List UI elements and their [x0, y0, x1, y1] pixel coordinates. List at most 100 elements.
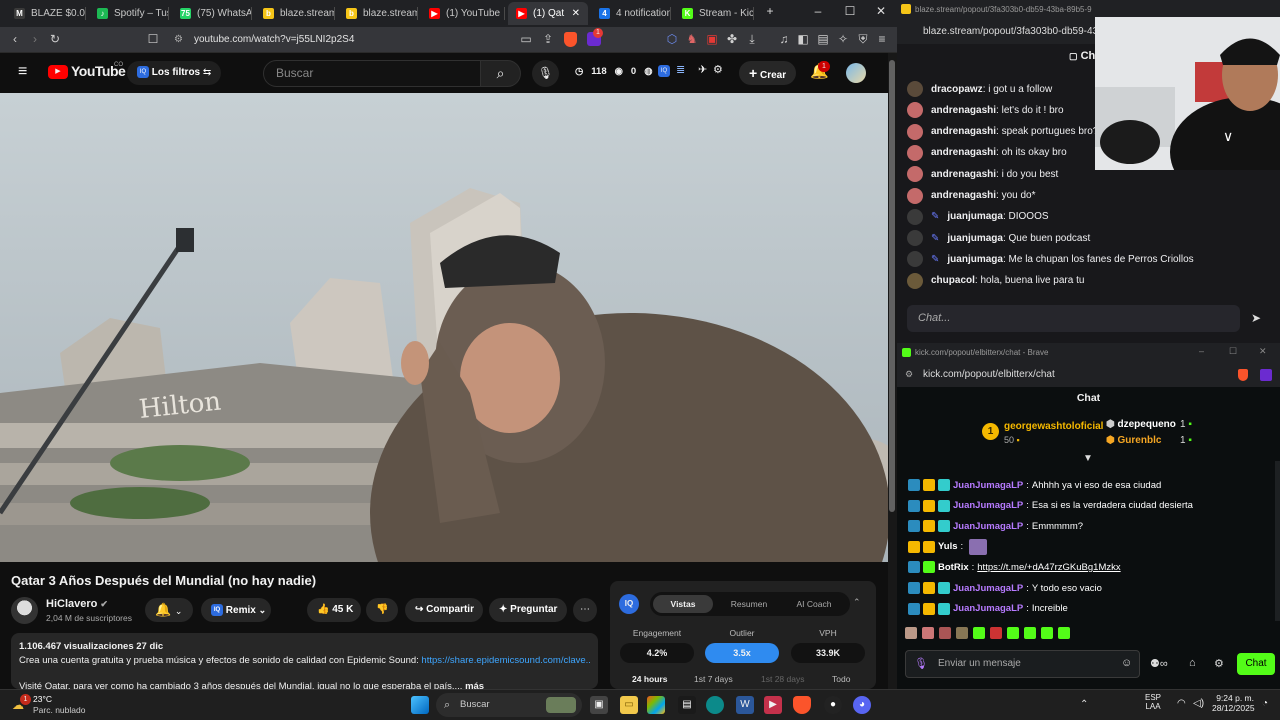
chat-username[interactable]: BotRix	[938, 562, 969, 573]
back-icon[interactable]: ‹	[7, 32, 23, 46]
chat-username[interactable]: Yuls	[938, 541, 958, 552]
kick-chat-input[interactable]: Enviar un mensaje	[938, 658, 1021, 669]
channel-name[interactable]: HiClavero ✔	[46, 598, 108, 610]
range-24h[interactable]: 24 hours	[632, 674, 667, 684]
create-button[interactable]: + Crear	[739, 61, 797, 85]
emote-icon[interactable]	[956, 627, 968, 639]
language-indicator[interactable]: ESP LAA	[1145, 693, 1161, 711]
task-view-icon[interactable]: ▣	[590, 696, 608, 714]
maximize-button[interactable]: ☐	[1229, 346, 1237, 357]
chat-username[interactable]: dracopawz	[931, 84, 983, 95]
browser-tab[interactable]: 75 (75) WhatsApp	[172, 2, 252, 25]
brave-rewards-icon[interactable]	[1260, 369, 1272, 381]
forward-icon[interactable]: ›	[27, 32, 43, 46]
terminal-icon[interactable]: ▤	[678, 696, 696, 714]
browser-tab[interactable]: b blaze.stream/	[255, 2, 335, 25]
brave-shield-icon[interactable]	[1238, 369, 1248, 381]
share-button[interactable]: ↪ Compartir	[405, 598, 483, 622]
site-settings-icon[interactable]: ⚙	[174, 30, 183, 50]
browser-tab[interactable]: ▶ (1) YouTube	[421, 2, 505, 25]
remix-button[interactable]: IQ Remix ⌄	[201, 598, 271, 622]
avatar[interactable]	[907, 144, 923, 161]
list-icon[interactable]: ≣	[676, 63, 685, 76]
chat-text[interactable]: https://t.me/+dA47rzGKuBg1Mzkx	[977, 562, 1120, 573]
store-icon[interactable]	[647, 696, 665, 714]
vpn-icon[interactable]: ⛨	[855, 32, 871, 47]
emote-icon[interactable]	[939, 627, 951, 639]
extension-icon[interactable]: ▣	[704, 32, 720, 46]
close-window-button[interactable]: ✕	[1259, 346, 1267, 357]
gifter-row[interactable]: ⬢ dzepequeno	[1106, 419, 1176, 430]
youtube-logo-icon[interactable]: ▶	[48, 65, 68, 79]
search-button[interactable]: ⌕	[481, 60, 521, 87]
voice-search-button[interactable]: 🎙	[532, 60, 559, 87]
chat-username[interactable]: JuanJumagaLP	[953, 583, 1023, 594]
clock[interactable]: 9:24 p. m. 28/12/2025	[1212, 693, 1255, 713]
kick-scrollbar[interactable]	[1275, 461, 1280, 621]
kick-chat-input-box[interactable]: 🎙 Enviar un mensaje ☺	[905, 650, 1140, 678]
extension-icon[interactable]: ♞	[684, 32, 700, 46]
weather-widget[interactable]: ☁ 1	[8, 694, 31, 716]
notification-center-icon[interactable]: ◔	[1262, 698, 1268, 709]
chat-username[interactable]: andrenagashi	[931, 126, 996, 137]
cast-icon[interactable]: ▭	[518, 32, 534, 46]
dislike-button[interactable]: 👎	[366, 598, 398, 622]
extensions-icon[interactable]: ✤	[724, 32, 740, 46]
share-icon[interactable]: ⇪	[540, 32, 556, 46]
store-icon[interactable]: ⌂	[1189, 657, 1196, 669]
brave-shield-icon[interactable]	[564, 32, 577, 47]
points-icon[interactable]: ⚉∞	[1150, 657, 1168, 670]
chat-username[interactable]: andrenagashi	[931, 147, 996, 158]
emote-icon[interactable]	[973, 627, 985, 639]
mic-icon[interactable]: 🎙	[914, 657, 928, 670]
chat-username[interactable]: JuanJumagaLP	[953, 603, 1023, 614]
leo-ai-icon[interactable]: ✧	[835, 32, 851, 46]
brave-rewards-icon[interactable]: 1	[587, 28, 603, 46]
emote-icon[interactable]	[1041, 627, 1053, 639]
taskbar-search[interactable]: ⌕ Buscar	[436, 693, 582, 717]
brave-icon[interactable]	[793, 696, 811, 714]
range-all[interactable]: Todo	[832, 674, 850, 684]
avatar[interactable]	[907, 230, 923, 247]
filters-button[interactable]: IQ Los filtros ⇆	[127, 61, 222, 85]
iq-icon[interactable]: IQ	[658, 65, 670, 77]
start-menu-icon[interactable]	[411, 696, 429, 714]
wallet-icon[interactable]: ▤	[815, 32, 831, 46]
avatar[interactable]	[907, 187, 923, 204]
weather-desc[interactable]: Parc. nublado	[33, 705, 85, 715]
collapse-icon[interactable]: ⌃	[853, 597, 861, 608]
tab-vistas[interactable]: Vistas	[653, 595, 713, 613]
close-tab-icon[interactable]: ✕	[572, 8, 580, 19]
maximize-button[interactable]: ☐	[840, 4, 860, 18]
subscribed-bell-button[interactable]: 🔔 ⌄	[145, 598, 193, 622]
download-icon[interactable]: ⤓	[744, 32, 760, 47]
rocket-icon[interactable]: ✈	[698, 63, 707, 76]
translate-icon[interactable]: ⬡	[664, 32, 680, 46]
emote-icon[interactable]	[1058, 627, 1070, 639]
gifter-row[interactable]: ⬢ Gurenblc	[1106, 435, 1161, 446]
avatar[interactable]	[907, 102, 923, 119]
edge-icon[interactable]	[706, 696, 724, 714]
browser-tab[interactable]: ▶ (1) Qat ✕	[508, 2, 588, 25]
site-settings-icon[interactable]: ⚙	[905, 369, 913, 380]
settings-icon[interactable]: ⚙	[713, 63, 723, 76]
blaze-chat-input[interactable]: Chat...	[907, 305, 1240, 332]
range-28d[interactable]: 1st 28 days	[761, 674, 804, 684]
chat-username[interactable]: juanjumaga	[947, 254, 1003, 265]
new-tab-button[interactable]: +	[760, 4, 780, 18]
address-bar[interactable]: ⚙ youtube.com/watch?v=j55LNI2p2S4	[170, 30, 520, 50]
top-gifter-name[interactable]: georgewashtoloficial	[1004, 421, 1103, 432]
description-link[interactable]: https://share.epidemicsound.com/clave...	[421, 655, 590, 666]
emote-icon[interactable]	[990, 627, 1002, 639]
send-chat-button[interactable]: Chat	[1237, 653, 1275, 675]
menu-icon[interactable]: ≡	[874, 32, 890, 46]
avatar[interactable]	[907, 208, 923, 225]
avatar[interactable]	[846, 63, 866, 83]
emote-icon[interactable]	[905, 627, 917, 639]
volume-icon[interactable]: ◁)	[1193, 698, 1204, 709]
tab-ai-coach[interactable]: AI Coach	[783, 595, 845, 613]
channel-avatar[interactable]	[11, 597, 38, 624]
tab-resumen[interactable]: Resumen	[718, 595, 780, 613]
browser-tab[interactable]: K Stream - Kick	[674, 2, 754, 25]
close-window-button[interactable]: ✕	[871, 4, 891, 18]
